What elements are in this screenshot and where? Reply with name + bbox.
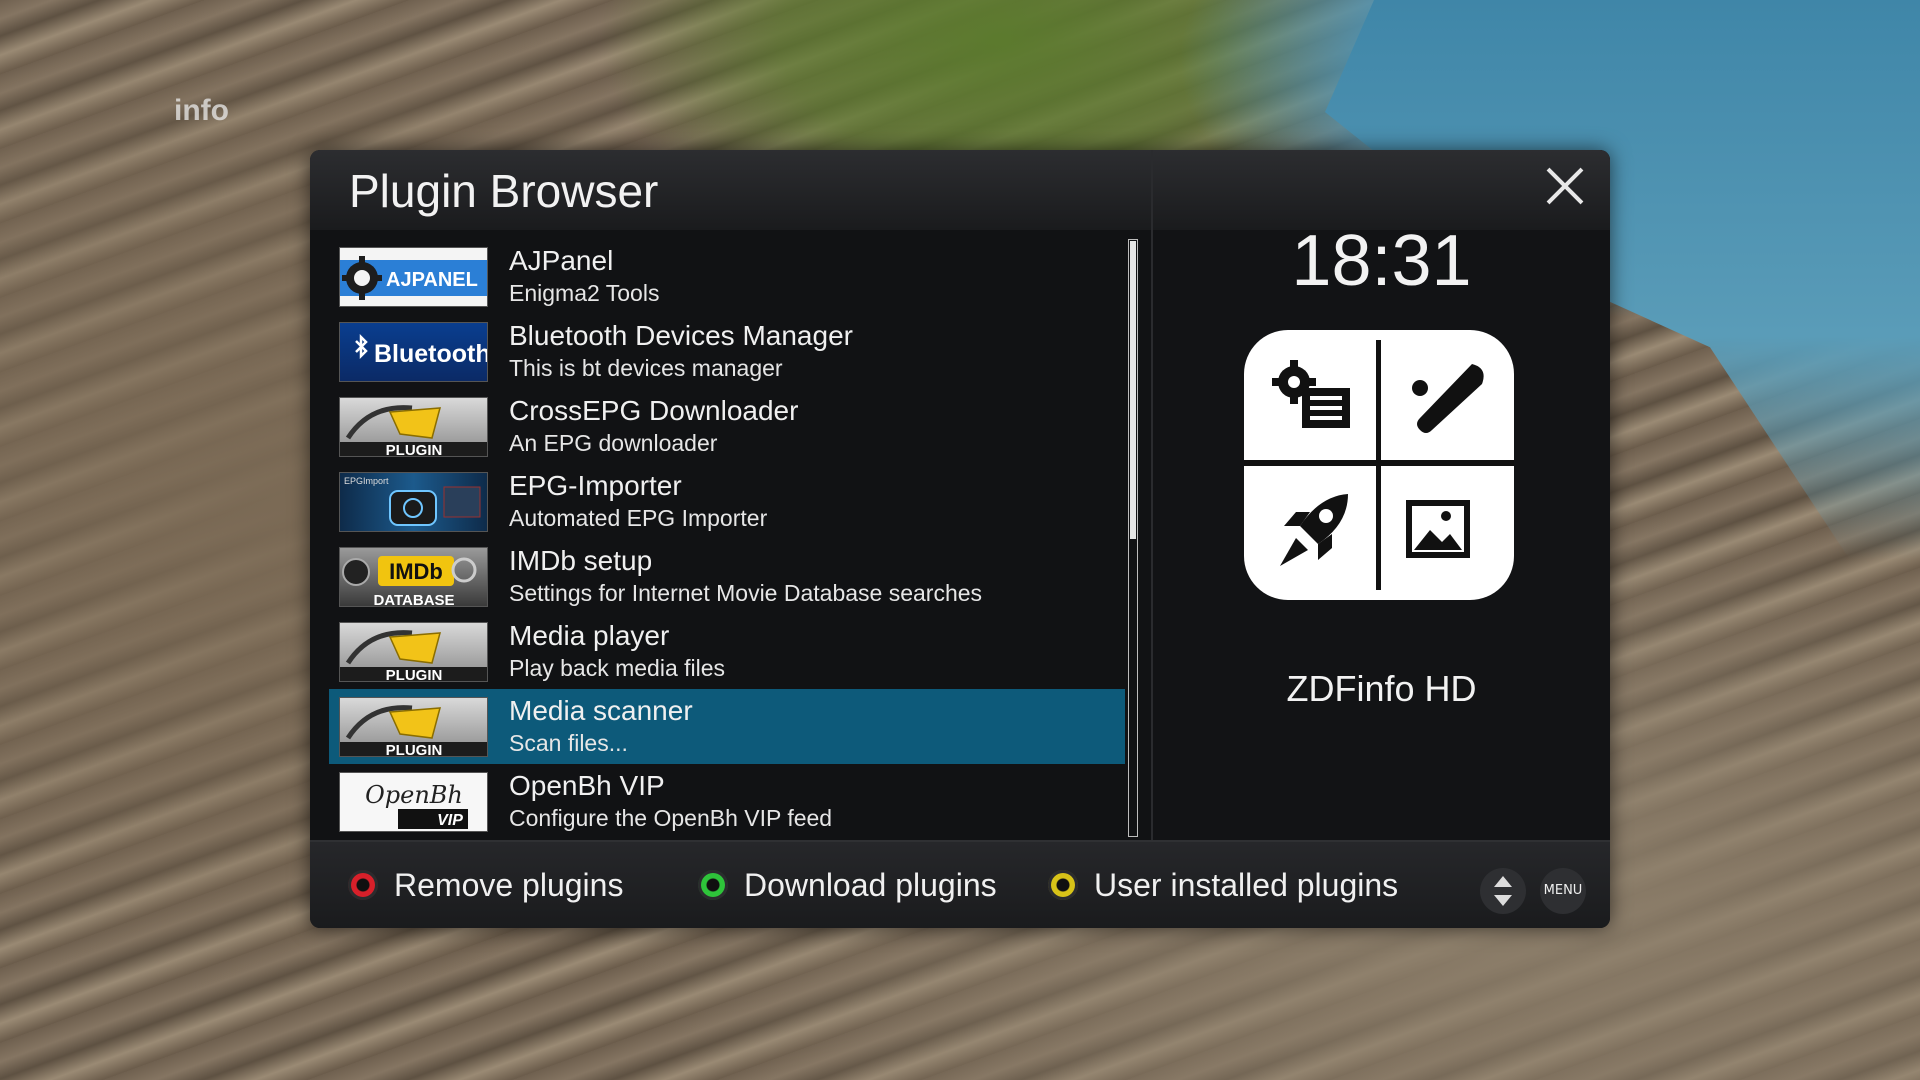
plugin-browser-dialog: Plugin Browser AJPANEL AJPanel Enigma2 T… [310,150,1610,928]
plugin-item-bluetooth[interactable]: Bluetooth Bluetooth Devices Manager This… [329,314,1125,389]
baseball-bat-icon [1412,364,1484,433]
green-button-label: Download plugins [744,866,997,903]
dialog-title: Plugin Browser [349,165,659,217]
rocket-icon [1280,494,1348,566]
close-icon[interactable] [1545,166,1585,206]
yellow-button-user-installed-plugins[interactable]: User installed plugins [1048,862,1398,908]
plugin-item-crossepg[interactable]: PLUGIN CrossEPG Downloader An EPG downlo… [329,389,1125,464]
plugin-name: CrossEPG Downloader [509,395,799,426]
dialog-header: Plugin Browser [310,150,1151,230]
svg-text:Bluetooth: Bluetooth [374,340,488,368]
plugin-logo-icon: PLUGIN [339,697,488,757]
plugin-name: EPG-Importer [509,470,682,501]
plugin-description: Automated EPG Importer [509,505,768,531]
plugin-item-media-player[interactable]: PLUGIN Media player Play back media file… [329,614,1125,689]
button-bar: Remove plugins Download plugins User ins… [310,840,1610,928]
plugin-name: AJPanel [509,245,614,276]
red-button-remove-plugins[interactable]: Remove plugins [348,862,623,908]
svg-text:DATABASE: DATABASE [373,592,454,607]
imdb-logo-icon: IMDb DATABASE [339,547,488,607]
channel-watermark-logo: info [174,94,229,127]
svg-text:EPGImport: EPGImport [344,476,389,486]
scrollbar-thumb[interactable] [1130,241,1136,539]
svg-text:VIP: VIP [437,812,463,829]
bluetooth-logo-icon: Bluetooth [339,322,488,382]
plugin-description: This is bt devices manager [509,355,783,381]
menu-button[interactable]: MENU [1540,868,1586,914]
plugin-logo-icon: PLUGIN [339,622,488,682]
up-down-arrows-icon[interactable] [1480,868,1526,914]
epgimport-logo-icon: EPGImport [339,472,488,532]
clock: 18:31 [1291,221,1472,301]
plugin-name: OpenBh VIP [509,770,665,801]
green-button-download-plugins[interactable]: Download plugins [698,862,997,908]
plugin-item-media-scanner[interactable]: PLUGIN Media scanner Scan files... [329,689,1125,764]
plugin-description: An EPG downloader [509,430,718,456]
red-button-label: Remove plugins [394,866,624,903]
gear-checklist-icon [1272,360,1350,428]
green-button-icon [698,870,728,900]
plugin-description: Scan files... [509,730,628,756]
svg-text:AJPANEL: AJPANEL [386,269,478,291]
current-channel-name: ZDFinfo HD [1286,668,1477,709]
plugin-item-openbh-vip[interactable]: OpenBh VIP OpenBh VIP Configure the Open… [329,764,1125,839]
ajpanel-logo-icon: AJPANEL [339,247,488,307]
plugin-name: Bluetooth Devices Manager [509,320,853,351]
side-panel-header [1153,150,1610,230]
picture-icon [1406,500,1470,558]
plugin-list[interactable]: AJPANEL AJPanel Enigma2 Tools Bluetooth … [329,239,1125,839]
plugin-item-ajpanel[interactable]: AJPANEL AJPanel Enigma2 Tools [329,239,1125,314]
info-side-panel: 18:31 ZDFinfo HD [1153,150,1610,840]
plugin-description: Settings for Internet Movie Database sea… [509,580,983,606]
plugin-name: IMDb setup [509,545,653,576]
plugin-name: Media player [509,620,670,651]
yellow-button-label: User installed plugins [1094,866,1399,903]
tile-divider [1376,340,1381,590]
red-button-icon [348,870,378,900]
plugin-list-panel: Plugin Browser AJPANEL AJPanel Enigma2 T… [310,150,1151,840]
plugin-logo-icon: PLUGIN [339,397,488,457]
svg-text:PLUGIN: PLUGIN [386,442,443,457]
plugin-description: Play back media files [509,655,726,681]
plugin-description: Enigma2 Tools [509,280,660,306]
plugin-item-epg-importer[interactable]: EPGImport EPG-Importer Automated EPG Imp… [329,464,1125,539]
plugin-browser-tile-icon [1244,330,1514,600]
plugin-name: Media scanner [509,695,693,726]
plugin-list-scrollbar[interactable] [1128,239,1138,837]
menu-button-label: MENU [1543,883,1583,898]
plugin-description: Configure the OpenBh VIP feed [509,805,833,831]
svg-text:OpenBh: OpenBh [365,781,463,809]
svg-text:IMDb: IMDb [389,559,443,584]
svg-text:PLUGIN: PLUGIN [386,667,443,682]
plugin-item-imdb-setup[interactable]: IMDb DATABASE IMDb setup Settings for In… [329,539,1125,614]
yellow-button-icon [1048,870,1078,900]
openbh-vip-logo-icon: OpenBh VIP [339,772,488,832]
svg-text:PLUGIN: PLUGIN [386,742,443,757]
